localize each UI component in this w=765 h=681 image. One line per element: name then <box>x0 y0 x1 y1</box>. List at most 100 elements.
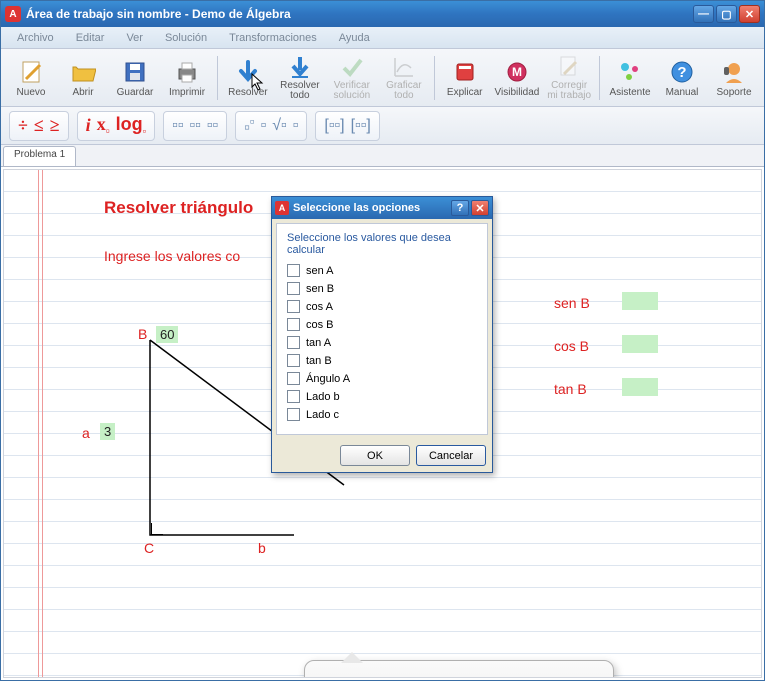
imprimir-button[interactable]: Imprimir <box>163 52 211 104</box>
align-icon[interactable]: ▫▫ <box>172 117 183 135</box>
main-toolbar: Nuevo Abrir Guardar Imprimir Resolver Re… <box>1 49 764 107</box>
close-button[interactable]: ✕ <box>739 5 760 23</box>
graficar-button[interactable]: Graficar todo <box>380 52 428 104</box>
dialog-title: Seleccione las opciones <box>293 202 449 214</box>
corregir-button[interactable]: Corregir mi trabajo <box>545 52 593 104</box>
menu-bar: Archivo Editar Ver Solución Transformaci… <box>1 27 764 49</box>
option-senB[interactable]: sen B <box>287 282 477 295</box>
manual-button[interactable]: ? Manual <box>658 52 706 104</box>
resolver-todo-button[interactable]: Resolver todo <box>276 52 324 104</box>
svg-text:?: ? <box>677 64 686 81</box>
menu-archivo[interactable]: Archivo <box>7 30 64 46</box>
visibilidad-label: Visibilidad <box>495 87 540 98</box>
value-cosB[interactable] <box>622 335 658 353</box>
manual-label: Manual <box>666 87 699 98</box>
dialog-help-button[interactable]: ? <box>451 200 469 216</box>
option-label: cos B <box>306 319 334 331</box>
visibilidad-button[interactable]: M Visibilidad <box>493 52 541 104</box>
correct-icon <box>555 54 583 80</box>
side-a-label: a <box>82 425 90 441</box>
vertex-C: C <box>144 540 154 556</box>
align-icon[interactable]: ▫▫ <box>207 117 218 135</box>
menu-editar[interactable]: Editar <box>66 30 115 46</box>
toolbar-separator <box>434 56 435 100</box>
x-sub-symbol[interactable]: x▫ <box>97 114 110 138</box>
maximize-button[interactable]: ▢ <box>716 5 737 23</box>
corregir-label: Corregir mi trabajo <box>547 81 591 101</box>
resolver-todo-label: Resolver todo <box>280 81 319 101</box>
folder-open-icon <box>69 58 97 86</box>
le-symbol[interactable]: ≤ <box>34 115 44 136</box>
margin-line <box>38 170 39 677</box>
matrix-icon[interactable]: [▫▫] <box>351 117 371 135</box>
option-ladoc[interactable]: Lado c <box>287 408 477 421</box>
matrix-icon[interactable]: [▫▫] <box>324 117 344 135</box>
tab-strip: Problema 1 <box>1 145 764 167</box>
dialog-body: Seleccione los valores que desea calcula… <box>276 223 488 435</box>
ok-button[interactable]: OK <box>340 445 410 466</box>
window-title: Área de trabajo sin nombre - Demo de Álg… <box>26 7 693 21</box>
angle-B-value[interactable]: 60 <box>156 326 178 343</box>
explicar-button[interactable]: Explicar <box>441 52 489 104</box>
option-senA[interactable]: sen A <box>287 264 477 277</box>
explicar-label: Explicar <box>447 87 483 98</box>
option-label: sen A <box>306 265 334 277</box>
option-ladob[interactable]: Lado b <box>287 390 477 403</box>
resolver-label: Resolver <box>228 87 267 98</box>
checkbox-icon <box>287 354 300 367</box>
menu-ver[interactable]: Ver <box>116 30 153 46</box>
box-icon[interactable]: ▫ <box>261 117 267 135</box>
tab-problema1[interactable]: Problema 1 <box>3 146 76 166</box>
window-titlebar: A Área de trabajo sin nombre - Demo de Á… <box>1 1 764 27</box>
divide-symbol[interactable]: ÷ <box>18 115 28 136</box>
graficar-label: Graficar todo <box>386 81 422 101</box>
option-label: Lado b <box>306 391 340 403</box>
log-symbol[interactable]: log▫ <box>116 114 147 138</box>
box-frac-icon[interactable]: ▫ <box>293 117 299 135</box>
option-tanA[interactable]: tan A <box>287 336 477 349</box>
callout-line1: En este ejemplo calcularemos <box>323 675 595 678</box>
i-symbol[interactable]: i <box>86 115 91 136</box>
menu-transformaciones[interactable]: Transformaciones <box>219 30 327 46</box>
minimize-button[interactable]: — <box>693 5 714 23</box>
asistente-button[interactable]: Asistente <box>606 52 654 104</box>
value-tanB[interactable] <box>622 378 658 396</box>
option-cosA[interactable]: cos A <box>287 300 477 313</box>
option-tanB[interactable]: tan B <box>287 354 477 367</box>
menu-ayuda[interactable]: Ayuda <box>329 30 380 46</box>
cancel-button[interactable]: Cancelar <box>416 445 486 466</box>
dialog-actions: OK Cancelar <box>272 439 492 472</box>
value-senB[interactable] <box>622 292 658 310</box>
problem-subhead: Ingrese los valores co <box>104 248 240 264</box>
box-sup-icon[interactable]: ▫▫ <box>244 114 254 137</box>
abrir-button[interactable]: Abrir <box>59 52 107 104</box>
ge-symbol[interactable]: ≥ <box>50 115 60 136</box>
chart-icon <box>390 54 418 80</box>
option-anguloA[interactable]: Ángulo A <box>287 372 477 385</box>
dialog-app-icon: A <box>275 201 289 215</box>
math-group-vars: i x▫ log▫ <box>77 111 155 141</box>
vertex-B: B <box>138 326 147 342</box>
checkbox-icon <box>287 300 300 313</box>
floppy-save-icon <box>121 58 149 86</box>
resolver-button[interactable]: Resolver <box>224 52 272 104</box>
align-icon[interactable]: ▫▫ <box>189 117 200 135</box>
option-cosB[interactable]: cos B <box>287 318 477 331</box>
guardar-button[interactable]: Guardar <box>111 52 159 104</box>
nuevo-button[interactable]: Nuevo <box>7 52 55 104</box>
box-root-icon[interactable]: √▫ <box>272 117 286 135</box>
printer-icon <box>173 58 201 86</box>
math-group-align2: ▫▫ ▫ √▫ ▫ <box>235 111 307 141</box>
side-a-value[interactable]: 3 <box>100 423 115 440</box>
right-angle-mark <box>151 523 163 535</box>
wizard-icon <box>616 58 644 86</box>
soporte-button[interactable]: Soporte <box>710 52 758 104</box>
menu-solucion[interactable]: Solución <box>155 30 217 46</box>
dialog-close-button[interactable]: ✕ <box>471 200 489 216</box>
option-label: Ángulo A <box>306 373 350 385</box>
visibility-icon: M <box>503 58 531 86</box>
math-group-align1: ▫▫ ▫▫ ▫▫ <box>163 111 227 141</box>
option-label: cos A <box>306 301 333 313</box>
option-label: tan B <box>306 355 332 367</box>
verificar-button[interactable]: Verificar solución <box>328 52 376 104</box>
